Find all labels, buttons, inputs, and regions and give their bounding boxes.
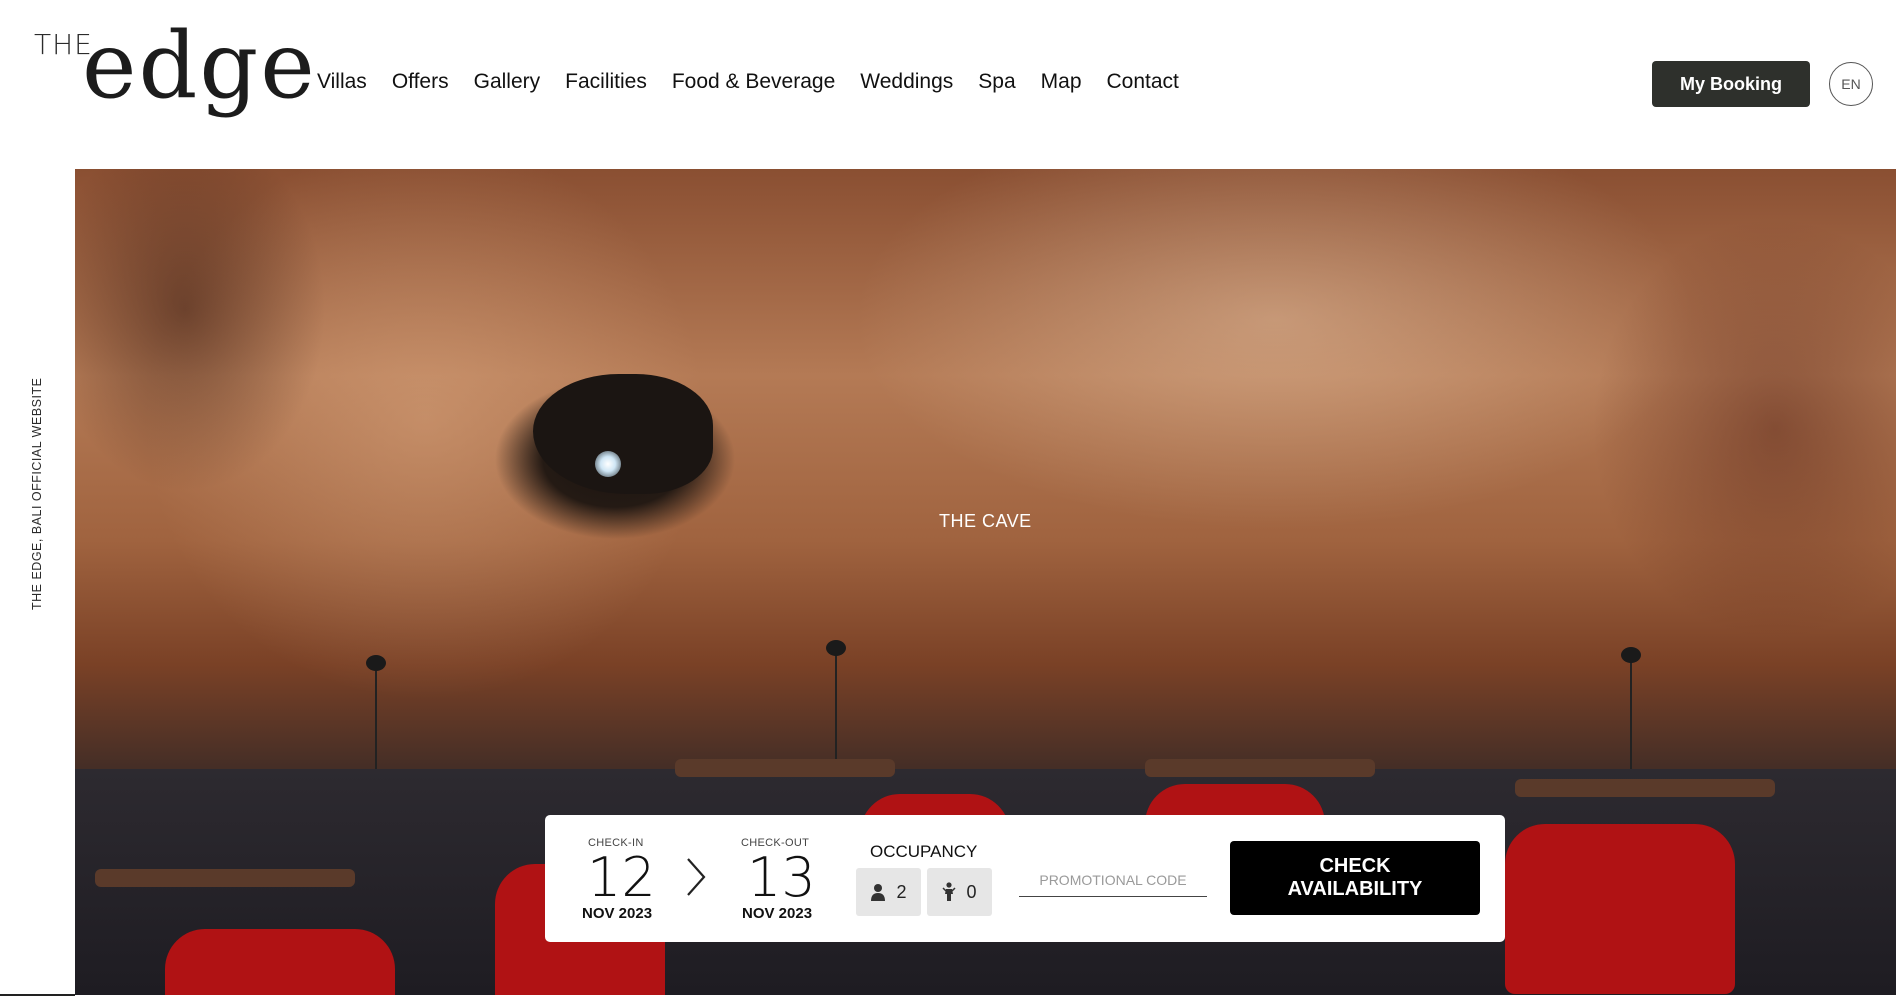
dining-table <box>675 759 895 777</box>
my-booking-button[interactable]: My Booking <box>1652 61 1810 107</box>
nav-facilities[interactable]: Facilities <box>565 70 647 94</box>
checkin-month[interactable]: NOV 2023 <box>582 905 652 922</box>
nav-map[interactable]: Map <box>1041 70 1082 94</box>
nav-food-beverage[interactable]: Food & Beverage <box>672 70 835 94</box>
main-nav: Villas Offers Gallery Facilities Food & … <box>317 70 1204 94</box>
nav-contact[interactable]: Contact <box>1107 70 1179 94</box>
side-tagline: THE EDGE, BALI OFFICIAL WEBSITE <box>30 377 44 610</box>
checkout-day[interactable]: 13 <box>747 851 816 905</box>
site-header: THE edge Villas Offers Gallery Facilitie… <box>0 0 1896 169</box>
adult-icon <box>871 884 886 901</box>
check-availability-button[interactable]: CHECK AVAILABILITY <box>1230 841 1480 915</box>
cave-light <box>595 451 621 477</box>
dining-table <box>1515 779 1775 797</box>
dining-table <box>1145 759 1375 777</box>
language-selector[interactable]: EN <box>1829 62 1873 106</box>
dining-table <box>95 869 355 887</box>
lamp <box>1621 647 1641 771</box>
logo-edge: edge <box>82 12 317 119</box>
promo-code-input[interactable] <box>1019 857 1207 897</box>
nav-gallery[interactable]: Gallery <box>474 70 541 94</box>
checkout-month[interactable]: NOV 2023 <box>742 905 812 922</box>
children-count: 0 <box>966 881 977 902</box>
chevron-right-icon <box>687 858 706 896</box>
occupancy-label: OCCUPANCY <box>870 842 978 861</box>
child-icon <box>942 882 957 901</box>
hero-caption: THE CAVE <box>939 511 1032 531</box>
nav-spa[interactable]: Spa <box>978 70 1015 94</box>
lamp <box>366 655 386 779</box>
nav-weddings[interactable]: Weddings <box>860 70 953 94</box>
lamp <box>826 640 846 774</box>
nav-villas[interactable]: Villas <box>317 70 367 94</box>
booking-widget: CHECK-IN 12 NOV 2023 CHECK-OUT 13 NOV 20… <box>545 815 1505 942</box>
red-chair <box>165 929 395 995</box>
adults-selector[interactable]: 2 <box>856 868 921 916</box>
checkin-day[interactable]: 12 <box>587 851 656 905</box>
red-chair <box>1505 824 1735 994</box>
children-selector[interactable]: 0 <box>927 868 992 916</box>
adults-count: 2 <box>896 881 907 902</box>
logo[interactable]: THE edge <box>30 12 315 142</box>
nav-offers[interactable]: Offers <box>392 70 449 94</box>
